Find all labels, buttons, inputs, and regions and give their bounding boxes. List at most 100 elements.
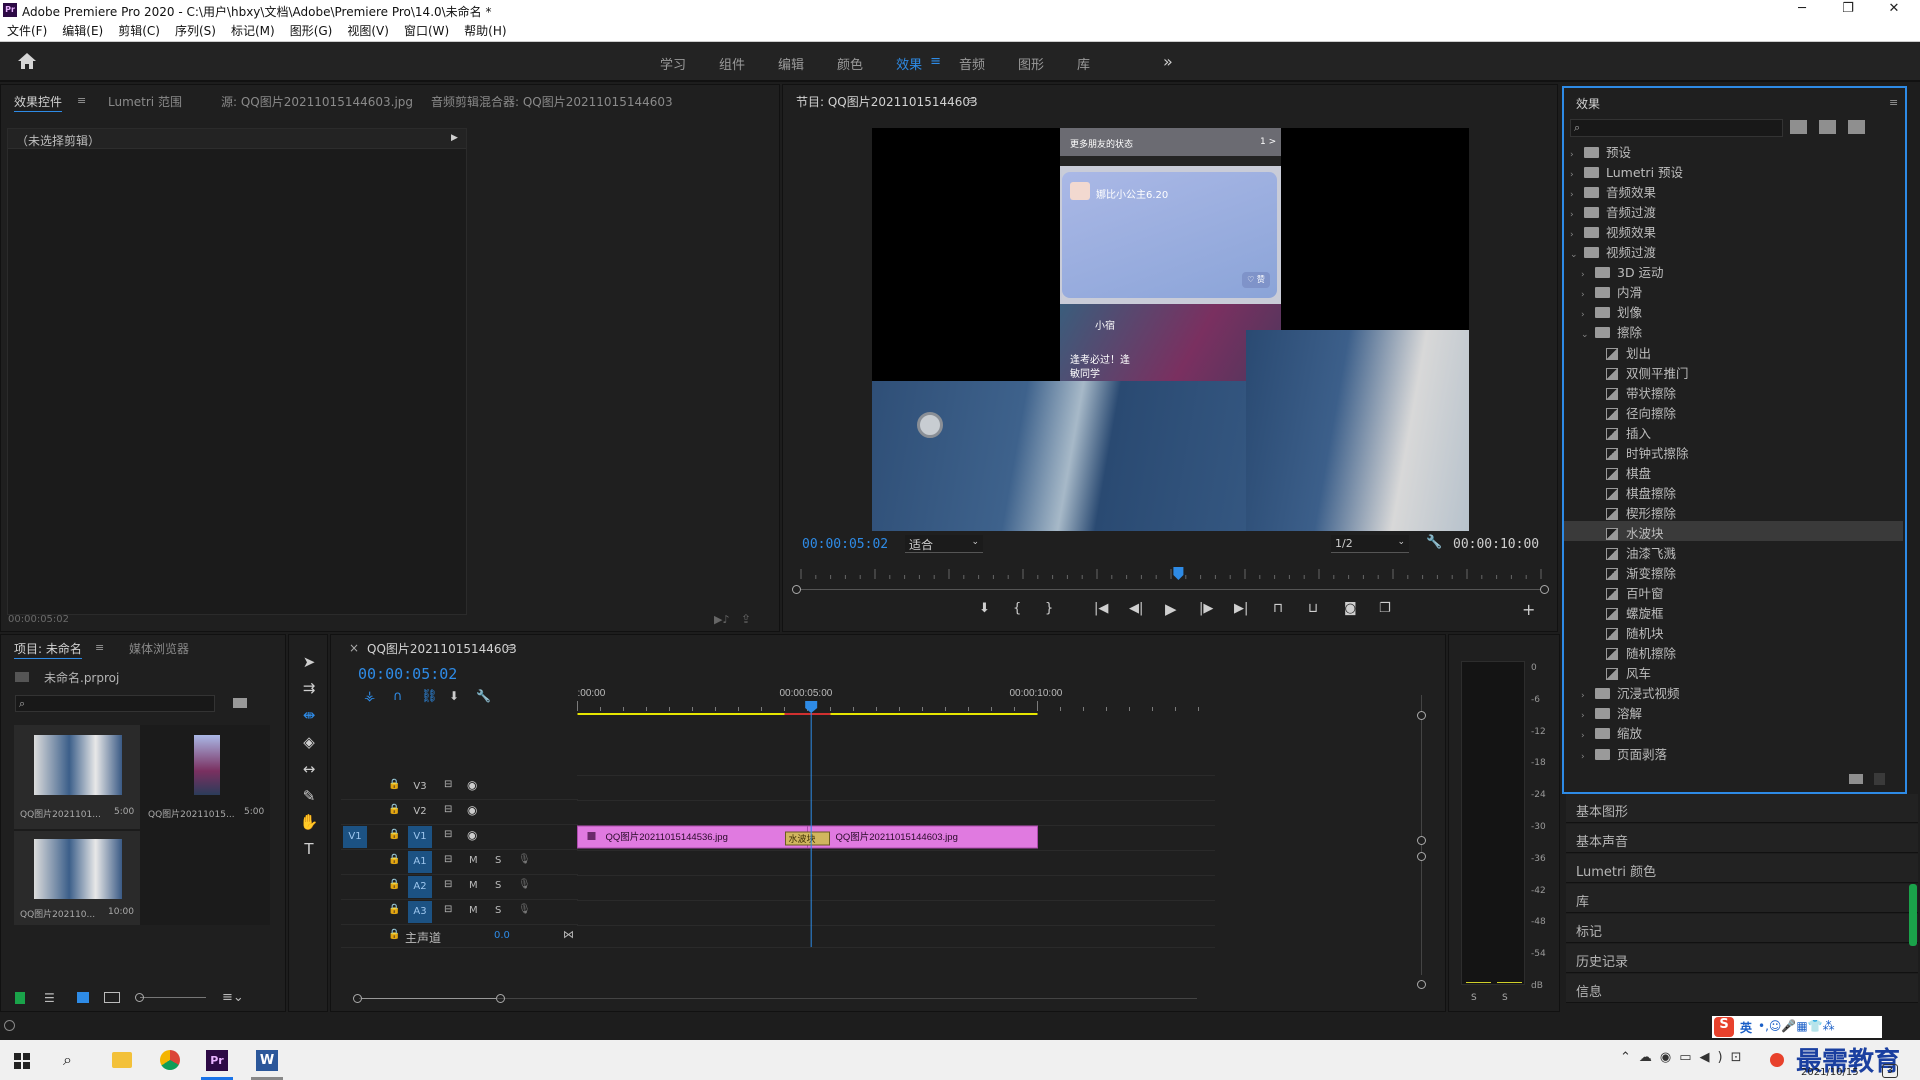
chevron-right-icon[interactable]: › — [1581, 310, 1595, 320]
close-sequence-icon[interactable]: × — [349, 641, 359, 655]
premiere-taskbar-icon[interactable]: Pr — [206, 1050, 228, 1071]
effects-item[interactable]: 时钟式擦除 — [1564, 441, 1903, 461]
master-value[interactable]: 0.0 — [494, 930, 510, 941]
effects-item[interactable]: 径向擦除 — [1564, 401, 1903, 421]
timeline-timecode[interactable]: 00:00:05:02 — [358, 665, 457, 683]
type-tool-icon[interactable]: T — [299, 840, 319, 860]
more-workspaces-icon[interactable]: » — [1163, 52, 1173, 73]
icon-view-icon[interactable] — [77, 992, 89, 1003]
timeline-scroll-handle-right[interactable] — [496, 994, 505, 1003]
side-panel-4[interactable]: 标记 — [1566, 914, 1918, 943]
track-target-label[interactable]: V1 — [408, 826, 432, 848]
v-scroll-handle-mid[interactable] — [1417, 836, 1426, 845]
zoom-handle-right[interactable] — [1540, 585, 1549, 594]
track-lock-icon[interactable]: 🔒 — [388, 904, 400, 915]
menu-edit[interactable]: 编辑(E) — [62, 22, 103, 39]
pen-tool-icon[interactable]: ✎ — [299, 787, 319, 807]
track-target-label[interactable]: V2 — [408, 801, 432, 823]
track-header-a2[interactable]: 🔒 A2 ⊟ M S 🎙 — [341, 875, 578, 900]
tab-audio-clip-mixer[interactable]: 音频剪辑混合器: QQ图片20211015144603 — [431, 93, 673, 110]
mute-button[interactable]: M — [469, 855, 478, 866]
timeline-clip[interactable]: QQ图片20211015144603.jpg — [807, 825, 1038, 849]
effects-folder[interactable]: › 划像 — [1564, 300, 1903, 320]
toggle-sync-lock-icon[interactable]: ⊟ — [444, 904, 452, 915]
accelerated-effects-icon[interactable] — [1790, 120, 1807, 134]
workspace-menu-icon[interactable]: ≡ — [930, 54, 941, 73]
meter-solo-right[interactable]: S — [1502, 993, 1508, 1003]
menu-graphics[interactable]: 图形(G) — [290, 22, 333, 39]
effects-folder[interactable]: › 音频效果 — [1564, 180, 1903, 200]
extract-icon[interactable]: ⊔ — [1308, 601, 1318, 616]
side-panel-3[interactable]: 库 — [1566, 884, 1918, 913]
volume-slider[interactable] — [1909, 884, 1917, 946]
menu-view[interactable]: 视图(V) — [347, 22, 389, 39]
chevron-right-icon[interactable]: › — [1581, 270, 1595, 280]
resolution-dropdown[interactable]: 1/2 ⌄ — [1331, 535, 1409, 553]
solo-button[interactable]: S — [495, 880, 501, 891]
chevron-right-icon[interactable]: › — [1570, 210, 1584, 220]
mute-button[interactable]: M — [469, 905, 478, 916]
mute-button[interactable]: M — [469, 880, 478, 891]
menu-window[interactable]: 窗口(W) — [404, 22, 449, 39]
32bit-effects-icon[interactable] — [1819, 120, 1836, 134]
settings-wrench-icon[interactable]: 🔧 — [1426, 535, 1442, 550]
side-panel-5[interactable]: 历史记录 — [1566, 944, 1918, 973]
menu-clip[interactable]: 剪辑(C) — [118, 22, 160, 39]
toggle-sync-lock-icon[interactable]: ⊟ — [444, 779, 452, 790]
effects-item[interactable]: 双侧平推门 — [1564, 361, 1903, 381]
minimize-button[interactable]: ─ — [1782, 1, 1822, 16]
chevron-right-icon[interactable]: › — [1570, 150, 1584, 160]
project-item[interactable]: QQ图片2021101... 5:00 — [14, 725, 140, 829]
home-icon[interactable] — [17, 52, 37, 70]
track-lock-icon[interactable]: 🔒 — [388, 804, 400, 815]
meter-solo-left[interactable]: S — [1471, 993, 1477, 1003]
program-scrubber[interactable] — [795, 567, 1547, 585]
program-timecode[interactable]: 00:00:05:02 — [802, 537, 888, 552]
restore-button[interactable]: ❐ — [1828, 1, 1868, 16]
effects-item[interactable]: 百叶窗 — [1564, 581, 1903, 601]
slip-tool-icon[interactable]: ↔ — [299, 760, 319, 780]
add-marker-icon[interactable]: ⬇ — [979, 601, 990, 616]
delete-icon[interactable] — [1874, 773, 1885, 785]
razor-tool-icon[interactable]: ◈ — [299, 733, 319, 753]
toggle-sync-lock-icon[interactable]: ⊟ — [444, 804, 452, 815]
side-panel-2[interactable]: Lumetri 颜色 — [1566, 854, 1918, 883]
ripple-edit-tool-icon[interactable]: ⇼ — [299, 706, 319, 726]
sequence-menu-icon[interactable]: ≡ — [505, 641, 514, 654]
word-icon[interactable]: W — [256, 1050, 278, 1071]
fit-dropdown[interactable]: 适合 ⌄ — [905, 535, 983, 553]
export-frame-camera-icon[interactable]: ◙ — [1344, 601, 1357, 616]
button-editor-plus-icon[interactable]: + — [1522, 600, 1535, 619]
chevron-right-icon[interactable]: › — [1570, 190, 1584, 200]
close-button[interactable]: ✕ — [1874, 1, 1914, 16]
solo-button[interactable]: S — [495, 905, 501, 916]
effects-folder[interactable]: › 视频效果 — [1564, 220, 1903, 240]
effects-folder[interactable]: › 溶解 — [1564, 701, 1903, 721]
effects-item[interactable]: 插入 — [1564, 421, 1903, 441]
chevron-right-icon[interactable]: › — [1581, 711, 1595, 721]
project-menu-icon[interactable]: ≡ — [95, 641, 104, 654]
snap-icon[interactable]: ∩ — [393, 689, 403, 704]
track-target-label[interactable]: A3 — [408, 901, 432, 923]
sequence-tab[interactable]: QQ图片20211015144603 — [367, 640, 517, 657]
ime-lang[interactable]: 英 — [1740, 1019, 1752, 1036]
play-icon[interactable]: ▶ — [1165, 600, 1177, 618]
chevron-right-icon[interactable]: › — [1570, 230, 1584, 240]
effects-folder[interactable]: ⌄ 擦除 — [1564, 320, 1903, 340]
tab-effect-controls[interactable]: 效果控件 — [14, 93, 63, 112]
effects-folder[interactable]: › 音频过渡 — [1564, 200, 1903, 220]
chevron-down-icon[interactable]: ⌄ — [1570, 250, 1584, 260]
windows-start-icon[interactable] — [14, 1053, 30, 1069]
ime-tray-icon[interactable] — [1770, 1053, 1784, 1067]
search-taskbar-icon[interactable]: ⌕ — [63, 1050, 72, 1070]
new-search-bin-icon[interactable] — [233, 698, 247, 708]
project-search-input[interactable]: ⌕ — [15, 695, 215, 712]
tray-icons[interactable]: ⌃☁◉▭◀)⊡ — [1620, 1050, 1749, 1065]
track-target-label[interactable]: A2 — [408, 876, 432, 898]
transition-block[interactable]: 水波块 — [785, 831, 830, 846]
toggle-sync-lock-icon[interactable]: ⊟ — [444, 829, 452, 840]
go-to-in-icon[interactable]: |◀ — [1094, 601, 1108, 616]
step-back-icon[interactable]: ◀| — [1129, 601, 1143, 616]
timeline-clip[interactable]: QQ图片20211015144536.jpg — [577, 825, 808, 849]
ime-tools-icon[interactable]: •,☺🎤▦👕⁂ — [1758, 1019, 1835, 1033]
